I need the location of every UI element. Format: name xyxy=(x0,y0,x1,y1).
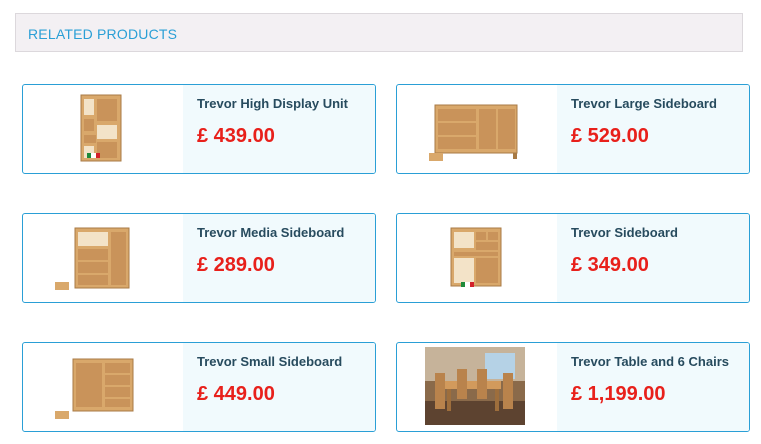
product-price: £ 1,199.00 xyxy=(571,383,666,405)
related-products-title: RELATED PRODUCTS xyxy=(28,26,178,42)
product-name-link[interactable]: Trevor Media Sideboard xyxy=(197,225,344,240)
product-card-trevor-large-sideboard[interactable]: Trevor Large Sideboard £ 529.00 xyxy=(396,84,750,174)
product-card-trevor-small-sideboard[interactable]: Trevor Small Sideboard £ 449.00 xyxy=(22,342,376,432)
product-thumbnail[interactable] xyxy=(51,347,151,425)
thumbnail-detail-icon xyxy=(55,411,69,419)
display-unit-image xyxy=(80,94,122,162)
product-info: Trevor Small Sideboard £ 449.00 xyxy=(183,343,375,431)
product-thumbnail[interactable] xyxy=(425,347,525,425)
product-card-trevor-media-sideboard[interactable]: Trevor Media Sideboard £ 289.00 xyxy=(22,213,376,303)
product-thumbnail[interactable] xyxy=(425,218,525,296)
product-info: Trevor Table and 6 Chairs £ 1,199.00 xyxy=(557,343,749,431)
related-products-header: RELATED PRODUCTS xyxy=(15,13,743,52)
product-name-link[interactable]: Trevor Table and 6 Chairs xyxy=(571,354,729,369)
italy-flag-icon xyxy=(461,282,474,287)
product-price: £ 529.00 xyxy=(571,125,649,147)
product-name-link[interactable]: Trevor Small Sideboard xyxy=(197,354,342,369)
product-price: £ 439.00 xyxy=(197,125,275,147)
product-price: £ 449.00 xyxy=(197,383,275,405)
dining-set-photo-image xyxy=(425,347,525,425)
product-card-trevor-sideboard[interactable]: Trevor Sideboard £ 349.00 xyxy=(396,213,750,303)
product-name-link[interactable]: Trevor Sideboard xyxy=(571,225,678,240)
product-info: Trevor High Display Unit £ 439.00 xyxy=(183,85,375,173)
thumbnail-detail-icon xyxy=(55,282,69,290)
product-info: Trevor Sideboard £ 349.00 xyxy=(557,214,749,302)
product-thumbnail[interactable] xyxy=(425,89,525,167)
thumbnail-detail-icon xyxy=(429,153,443,161)
product-thumbnail[interactable] xyxy=(51,218,151,296)
product-card-trevor-table-and-6-chairs[interactable]: Trevor Table and 6 Chairs £ 1,199.00 xyxy=(396,342,750,432)
sideboard-image xyxy=(450,227,502,287)
product-price: £ 289.00 xyxy=(197,254,275,276)
product-info: Trevor Media Sideboard £ 289.00 xyxy=(183,214,375,302)
product-name-link[interactable]: Trevor Large Sideboard xyxy=(571,96,717,111)
product-name-link[interactable]: Trevor High Display Unit xyxy=(197,96,348,111)
product-card-trevor-high-display-unit[interactable]: Trevor High Display Unit £ 439.00 xyxy=(22,84,376,174)
product-info: Trevor Large Sideboard £ 529.00 xyxy=(557,85,749,173)
product-price: £ 349.00 xyxy=(571,254,649,276)
product-thumbnail[interactable] xyxy=(51,89,151,167)
italy-flag-icon xyxy=(87,153,100,158)
